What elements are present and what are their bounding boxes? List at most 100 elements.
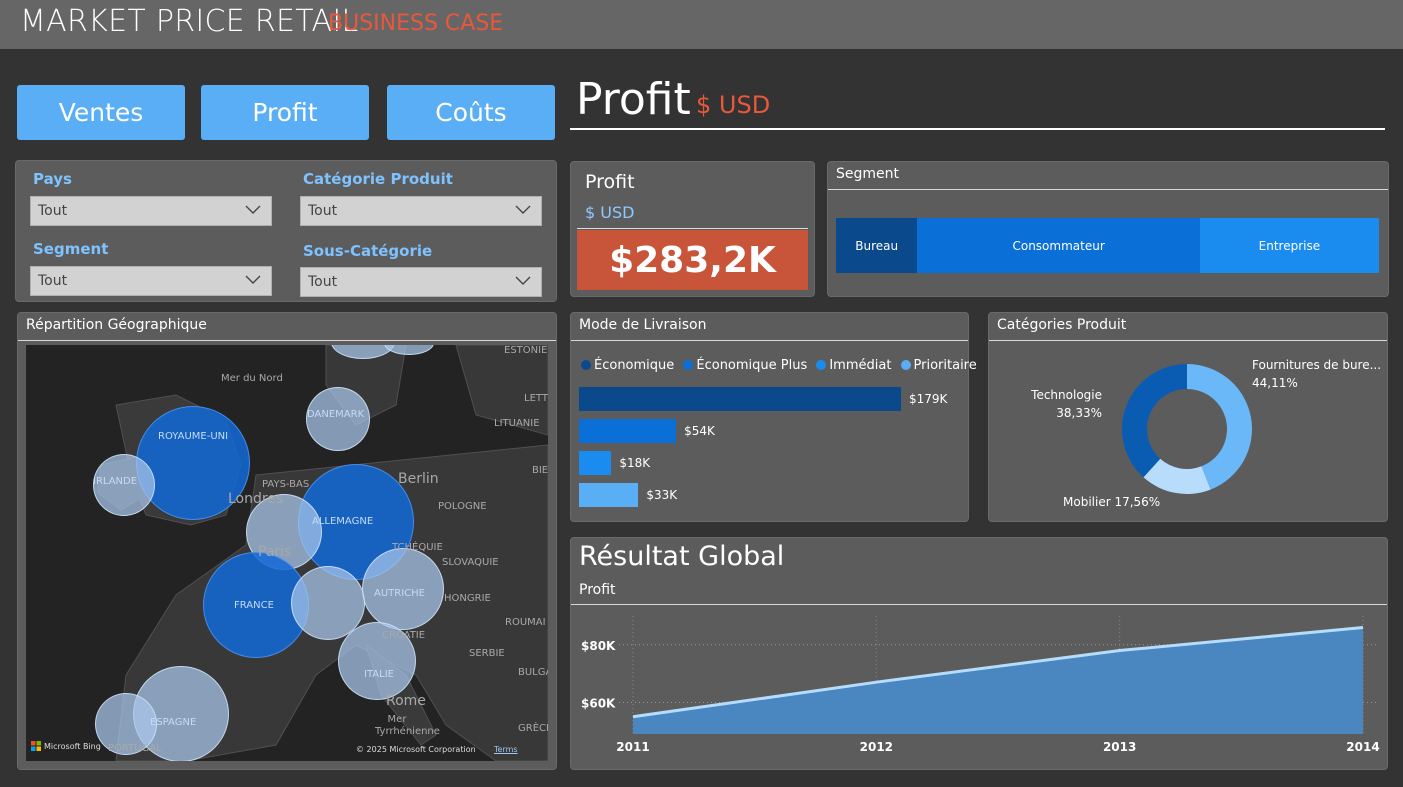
map-label: Paris <box>258 544 292 560</box>
chevron-down-icon <box>515 205 531 214</box>
segment-bureau[interactable]: Bureau <box>836 218 918 273</box>
filter-categorie-label: Catégorie Produit <box>303 170 453 188</box>
filter-pays-select[interactable]: Tout <box>30 196 272 226</box>
legend-label: Prioritaire <box>913 358 977 373</box>
segment-consommateur[interactable]: Consommateur <box>917 218 1200 273</box>
map-label: AUTRICHE <box>374 588 425 599</box>
map-label: SLOVAQUIE <box>442 557 499 568</box>
legend-label: Économique Plus <box>696 358 808 373</box>
livraison-bar-chart: $179K $54K $18K $33K <box>579 387 964 515</box>
map-label: Mer du Nord <box>221 373 283 384</box>
map-label: PAYS-BAS <box>262 479 310 490</box>
kpi-value-box: $283,2K <box>577 230 808 290</box>
donut-label: 38,33% <box>1056 406 1102 420</box>
segment-panel: Segment Bureau Consommateur Entreprise <box>827 161 1389 297</box>
map-label: LETT <box>524 393 548 404</box>
map-terms-link[interactable]: Terms <box>494 745 518 754</box>
geo-map[interactable]: ESTONIE Mer du Nord LETT LITUANIE DANEMA… <box>26 345 548 761</box>
legend-dot <box>683 360 694 370</box>
segment-entreprise[interactable]: Entreprise <box>1199 218 1379 273</box>
segment-bureau-label: Bureau <box>855 238 899 253</box>
livraison-bar-label: $33K <box>646 488 678 502</box>
livraison-bar[interactable] <box>579 419 677 443</box>
nav-ventes-button[interactable]: Ventes <box>17 85 185 140</box>
segment-panel-rule <box>828 189 1388 190</box>
map-label: Londres <box>228 491 284 507</box>
app-title: MARKET PRICE RETAIL <box>20 4 359 39</box>
map-label: Mer Tyrrhénienne <box>375 714 440 737</box>
map-label: LITUANIE <box>494 418 540 429</box>
filter-pays-label: Pays <box>33 170 72 188</box>
nav-profit-button[interactable]: Profit <box>201 85 369 140</box>
livraison-panel: Mode de Livraison Économique Économique … <box>570 312 977 522</box>
filter-categorie-select[interactable]: Tout <box>300 196 542 226</box>
resultat-title: Résultat Global <box>579 541 785 572</box>
livraison-bar[interactable] <box>579 451 612 475</box>
map-label: ESPAGNE <box>150 717 197 728</box>
filter-segment-select[interactable]: Tout <box>30 266 272 296</box>
donut-label: Technologie <box>1030 388 1102 402</box>
map-label: ALLEMAGNE <box>312 516 374 527</box>
legend-item: Économique <box>581 358 674 373</box>
app-subtitle: BUSINESS CASE <box>328 11 504 36</box>
chevron-down-icon <box>245 205 261 214</box>
legend-item: Immédiat <box>816 358 891 373</box>
map-label: ITALIE <box>364 669 394 680</box>
y-tick-label: $80K <box>581 639 616 653</box>
map-label: POLOGNE <box>438 501 487 512</box>
segment-consommateur-label: Consommateur <box>1012 238 1105 253</box>
filter-pays-value: Tout <box>38 203 68 219</box>
page-unit: $ USD <box>696 91 771 119</box>
categories-donut-chart: Fournitures de bure... 44,11% Mobilier 17,… <box>1030 358 1381 509</box>
filters-panel: Pays Tout Catégorie Produit Tout Segment… <box>15 160 557 302</box>
map-label: FRANCE <box>234 600 274 611</box>
donut-label: Mobilier 17,56% <box>1063 495 1160 509</box>
legend-dot <box>900 360 911 370</box>
filter-segment-value: Tout <box>38 273 68 289</box>
filter-sous-categorie-value: Tout <box>308 274 338 290</box>
page-title: Profit <box>576 74 691 125</box>
legend-label: Immédiat <box>829 358 892 373</box>
map-panel-title: Répartition Géographique <box>26 317 207 333</box>
segment-bar: Bureau Consommateur Entreprise <box>836 218 1379 273</box>
bing-logo: Microsoft Bing <box>31 741 101 751</box>
map-label: SERBIE <box>469 648 505 659</box>
kpi-divider <box>577 228 808 229</box>
page-heading: Profit $ USD <box>570 72 1385 130</box>
livraison-bar-label: $18K <box>619 456 651 470</box>
livraison-panel-rule <box>571 340 968 341</box>
area-fill <box>633 627 1363 734</box>
resultat-rule <box>571 604 1387 605</box>
livraison-bar[interactable] <box>579 483 639 507</box>
map-label: HONGRIE <box>444 593 491 604</box>
map-label: GRÈCE <box>518 723 548 734</box>
segment-panel-title: Segment <box>836 166 899 182</box>
map-label: ROUMAI <box>505 617 546 628</box>
filter-sous-categorie-select[interactable]: Tout <box>300 267 542 297</box>
microsoft-logo-icon <box>31 741 41 751</box>
legend-item: Économique Plus <box>683 358 807 373</box>
map-label: ESTONIE <box>504 345 548 356</box>
livraison-legend: Économique Économique Plus Immédiat Prio… <box>581 354 981 373</box>
x-tick-label: 2013 <box>1103 740 1136 754</box>
livraison-bar-label: $54K <box>684 424 715 438</box>
nav-couts-button[interactable]: Coûts <box>387 85 555 140</box>
map-attribution: © 2025 Microsoft Corporation <box>356 745 476 754</box>
x-tick-label: 2014 <box>1346 740 1379 754</box>
profit-area-chart: $60K $80K 2011 2012 2013 2014 <box>581 616 1380 754</box>
x-tick-label: 2011 <box>616 740 649 754</box>
chevron-down-icon <box>515 276 531 285</box>
legend-label: Économique <box>594 358 675 373</box>
legend-item: Prioritaire <box>900 358 977 373</box>
segment-entreprise-label: Entreprise <box>1258 238 1321 253</box>
livraison-bar[interactable] <box>579 387 901 411</box>
legend-dot <box>816 360 827 370</box>
map-label: TCHÉQUIE <box>392 542 443 553</box>
map-label: BULGA <box>518 667 548 678</box>
donut-label: Fournitures de bure... <box>1252 358 1381 372</box>
donut-label: 44,11% <box>1252 376 1298 390</box>
kpi-title: Profit <box>585 171 635 193</box>
filter-sous-categorie-label: Sous-Catégorie <box>303 242 433 260</box>
donut-slice[interactable] <box>1122 364 1187 478</box>
map-label: BIE <box>532 465 548 476</box>
